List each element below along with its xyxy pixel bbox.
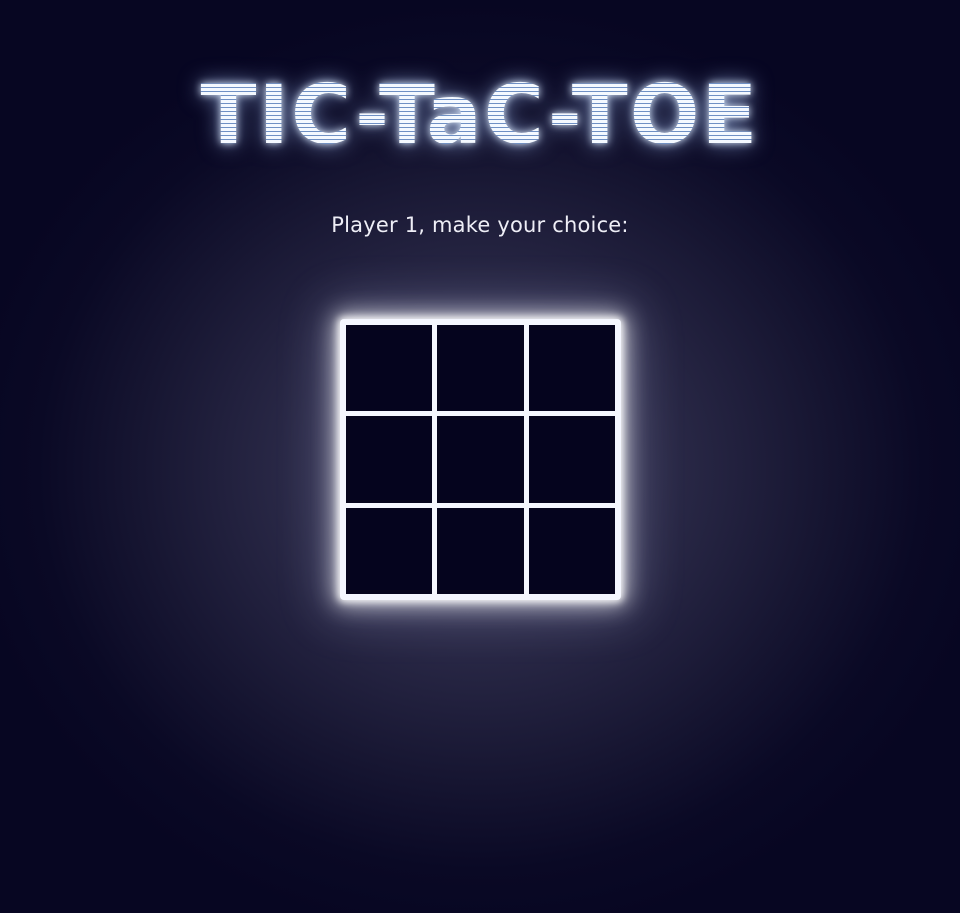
board-cell-5[interactable] [437,416,524,503]
board-cell-2[interactable] [437,325,524,412]
game-board [340,319,621,600]
board-cell-1[interactable] [346,325,433,412]
board-cell-8[interactable] [437,507,524,594]
title-word-tac: TaC [379,68,548,163]
title-word-tic: TIC [200,68,356,163]
board-cell-3[interactable] [528,325,615,412]
board-cell-7[interactable] [346,507,433,594]
title-dash-1: - [355,68,380,163]
title-word-toe: TOE [571,68,760,163]
title-dash-2: - [547,68,572,163]
turn-prompt: Player 1, make your choice: [331,213,629,237]
game-title: TIC-TaC-TOE [0,68,960,164]
board-cell-9[interactable] [528,507,615,594]
board-cell-6[interactable] [528,416,615,503]
board-cell-4[interactable] [346,416,433,503]
